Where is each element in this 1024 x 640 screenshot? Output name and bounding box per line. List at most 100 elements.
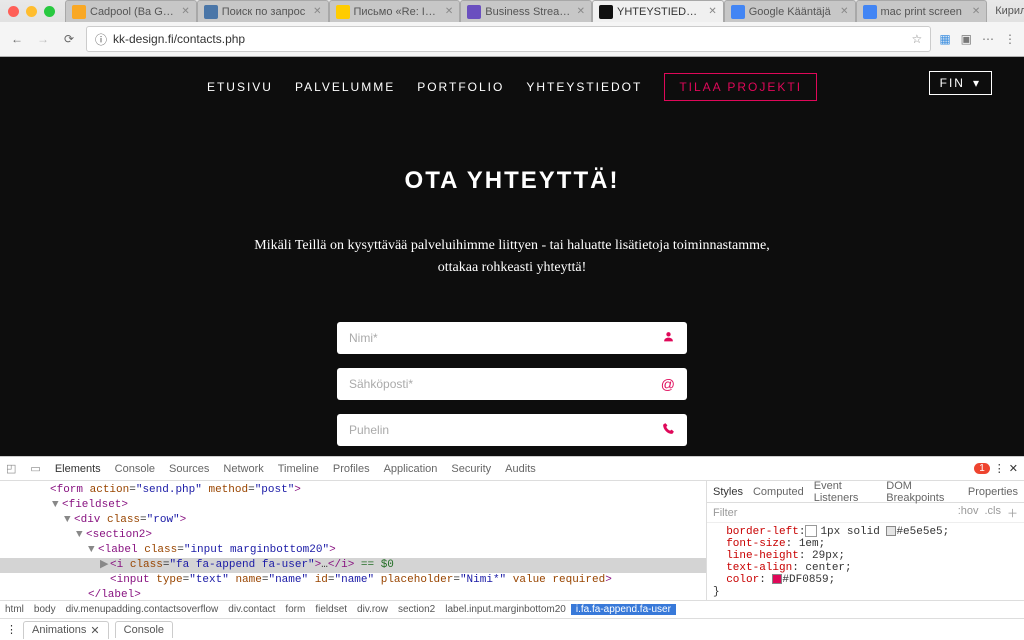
- user-icon: [662, 330, 675, 346]
- cls-toggle[interactable]: .cls: [985, 505, 1002, 521]
- maximize-window-button[interactable]: [44, 6, 55, 17]
- browser-tab[interactable]: Письмо «Re: Insi ✕: [329, 0, 461, 22]
- nav-link-palvelumme[interactable]: PALVELUMME: [295, 80, 395, 94]
- side-tab-properties[interactable]: Properties: [968, 486, 1018, 498]
- tab-label: YHTEYSTIEDOT |: [617, 6, 702, 18]
- language-label: FIN: [940, 76, 965, 90]
- close-icon[interactable]: ✕: [90, 624, 99, 637]
- close-tab-icon[interactable]: ✕: [972, 6, 980, 17]
- extension-icon[interactable]: ▣: [961, 32, 972, 46]
- devtools-tab-security[interactable]: Security: [451, 463, 491, 475]
- devtools-tab-sources[interactable]: Sources: [169, 463, 209, 475]
- favicon: [731, 5, 745, 19]
- close-tab-icon[interactable]: ✕: [708, 6, 716, 17]
- phone-icon: [662, 422, 675, 438]
- side-tab-eventlisteners[interactable]: Event Listeners: [814, 481, 877, 504]
- close-tab-icon[interactable]: ✕: [577, 6, 585, 17]
- favicon: [467, 5, 481, 19]
- tab-label: Business Streamli: [485, 6, 570, 18]
- url-text: kk-design.fi/contacts.php: [113, 32, 245, 46]
- side-tab-styles[interactable]: Styles: [713, 486, 743, 498]
- dom-tree[interactable]: <form action="send.php" method="post"> ▼…: [0, 481, 706, 600]
- devtools-device-icon[interactable]: ▭: [30, 462, 40, 475]
- hero-text-line1: Mikäli Teillä on kysyttävää palveluihimm…: [254, 238, 769, 253]
- browser-tab[interactable]: Google Kääntäjä✕: [724, 0, 856, 22]
- contact-form: @: [337, 322, 687, 446]
- close-tab-icon[interactable]: ✕: [445, 6, 453, 17]
- devtools-panel: ◰ ▭ Elements Console Sources Network Tim…: [0, 456, 1024, 640]
- profile-badge[interactable]: Кирилл: [987, 5, 1024, 17]
- dom-selected-line: ▶<i class="fa fa-append fa-user">…</i> =…: [0, 558, 706, 573]
- devtools-tab-network[interactable]: Network: [223, 463, 263, 475]
- styles-filter-input[interactable]: Filter: [713, 507, 737, 519]
- address-bar[interactable]: ⓘ kk-design.fi/contacts.php ☆: [86, 26, 931, 52]
- email-input[interactable]: [349, 377, 661, 391]
- nav-link-yhteystiedot[interactable]: YHTEYSTIEDOT: [526, 80, 642, 94]
- browser-tab[interactable]: mac print screen ✕: [856, 0, 988, 22]
- nav-link-portfolio[interactable]: PORTFOLIO: [417, 80, 504, 94]
- error-count-badge[interactable]: 1: [974, 463, 990, 474]
- phone-field-wrapper: [337, 414, 687, 446]
- page-content: ETUSIVU PALVELUMME PORTFOLIO YHTEYSTIEDO…: [0, 57, 1024, 456]
- menu-icon[interactable]: ⋮: [1004, 32, 1016, 46]
- bookmark-icon[interactable]: ☆: [912, 32, 923, 46]
- devtools-drawer: ⋮ Animations ✕ Console: [0, 618, 1024, 640]
- forward-button[interactable]: →: [34, 30, 52, 48]
- close-tab-icon[interactable]: ✕: [181, 6, 189, 17]
- tab-label: Поиск по запрос: [222, 6, 307, 18]
- phone-input[interactable]: [349, 423, 662, 437]
- drawer-menu-icon[interactable]: ⋮: [6, 623, 17, 636]
- favicon: [72, 5, 86, 19]
- hov-toggle[interactable]: :hov: [958, 505, 979, 521]
- devtools-tab-profiles[interactable]: Profiles: [333, 463, 370, 475]
- at-icon: @: [661, 376, 675, 392]
- devtools-tab-elements[interactable]: Elements: [55, 463, 101, 475]
- language-selector[interactable]: FIN ▾: [929, 71, 992, 95]
- minimize-window-button[interactable]: [26, 6, 37, 17]
- browser-tab[interactable]: Business Streamli ✕: [460, 0, 592, 22]
- close-tab-icon[interactable]: ✕: [840, 6, 848, 17]
- drawer-tab-console[interactable]: Console: [115, 621, 173, 638]
- browser-tab[interactable]: Cadpool (Ba Grou ✕: [65, 0, 197, 22]
- name-input[interactable]: [349, 331, 662, 345]
- browser-tab[interactable]: Поиск по запрос ✕: [197, 0, 329, 22]
- email-field-wrapper: @: [337, 368, 687, 400]
- dom-breadcrumb[interactable]: html body div.menupadding.contactsoverfl…: [0, 600, 1024, 618]
- add-rule-icon[interactable]: ＋: [1007, 505, 1018, 521]
- drawer-tab-animations[interactable]: Animations ✕: [23, 621, 109, 639]
- window-controls: [8, 6, 55, 17]
- devtools-tabs: ◰ ▭ Elements Console Sources Network Tim…: [0, 457, 1024, 481]
- tab-label: Письмо «Re: Insi: [354, 6, 439, 18]
- devtools-close-icon[interactable]: ✕: [1009, 462, 1018, 475]
- chevron-down-icon: ▾: [973, 76, 981, 90]
- browser-tab-active[interactable]: YHTEYSTIEDOT | ✕: [592, 0, 724, 22]
- devtools-menu-icon[interactable]: ⋮: [994, 462, 1005, 475]
- tab-label: Cadpool (Ba Grou: [90, 6, 175, 18]
- extension-icon[interactable]: ▦: [939, 32, 950, 46]
- site-nav: ETUSIVU PALVELUMME PORTFOLIO YHTEYSTIEDO…: [0, 57, 1024, 117]
- styles-rules[interactable]: border-left:1px solid #e5e5e5; font-size…: [707, 523, 1024, 600]
- tab-label: mac print screen: [881, 6, 966, 18]
- close-tab-icon[interactable]: ✕: [313, 6, 321, 17]
- cta-button[interactable]: TILAA PROJEKTI: [664, 73, 817, 101]
- back-button[interactable]: ←: [8, 30, 26, 48]
- devtools-inspect-icon[interactable]: ◰: [6, 462, 16, 475]
- site-info-icon[interactable]: ⓘ: [95, 31, 107, 48]
- close-window-button[interactable]: [8, 6, 19, 17]
- nav-link-etusivu[interactable]: ETUSIVU: [207, 80, 273, 94]
- styles-pane: Styles Computed Event Listeners DOM Brea…: [706, 481, 1024, 600]
- devtools-tab-timeline[interactable]: Timeline: [278, 463, 319, 475]
- favicon: [599, 5, 613, 19]
- browser-chrome: Cadpool (Ba Grou ✕ Поиск по запрос ✕ Письм…: [0, 0, 1024, 57]
- reload-button[interactable]: ⟳: [60, 30, 78, 48]
- devtools-tab-console[interactable]: Console: [115, 463, 155, 475]
- extension-icon[interactable]: ⋯: [982, 32, 994, 46]
- favicon: [204, 5, 218, 19]
- favicon: [336, 5, 350, 19]
- side-tab-dombreakpoints[interactable]: DOM Breakpoints: [886, 481, 958, 504]
- side-tab-computed[interactable]: Computed: [753, 486, 804, 498]
- devtools-tab-audits[interactable]: Audits: [505, 463, 536, 475]
- devtools-tab-application[interactable]: Application: [384, 463, 438, 475]
- browser-tabs: Cadpool (Ba Grou ✕ Поиск по запрос ✕ Письм…: [65, 0, 987, 22]
- hero-text-line2: ottakaa rohkeasti yhteyttä!: [438, 260, 587, 275]
